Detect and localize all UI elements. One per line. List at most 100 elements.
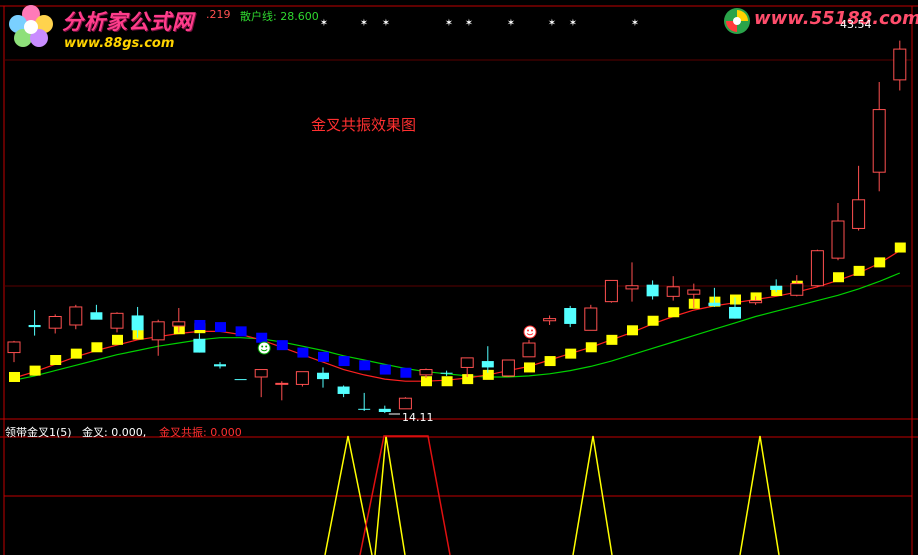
candle-body-up bbox=[852, 199, 866, 229]
candle-body-up bbox=[893, 48, 907, 81]
candle-body-up bbox=[584, 307, 598, 331]
star-marker-icon: ✶ bbox=[465, 18, 473, 29]
chart-window: ✶ ✶ ✶ ✶ ✶ ✶ ✶ ✶ ✶ 分析家公式网 www.88gs.com www.55188.… bbox=[0, 0, 918, 555]
star-marker-icon: ✶ bbox=[631, 18, 639, 29]
yellow-signal-bar bbox=[524, 362, 535, 373]
yellow-signal-bar bbox=[585, 342, 597, 353]
logo-88gs: 分析家公式网 www.88gs.com bbox=[4, 2, 209, 52]
candle-body-down bbox=[358, 408, 371, 410]
yellow-signal-bar bbox=[29, 365, 41, 376]
logo-55188: www.55188.com bbox=[720, 4, 918, 40]
red-average-line bbox=[13, 250, 901, 382]
candle-body-down bbox=[708, 302, 721, 306]
candle-body-up bbox=[254, 369, 268, 378]
candle-body-down bbox=[378, 408, 391, 412]
candle-body-down bbox=[481, 361, 494, 368]
swirl-logo-icon bbox=[724, 8, 750, 34]
yellow-signal-bar bbox=[9, 371, 20, 382]
candle-body-up bbox=[831, 220, 845, 259]
logo-url: www.88gs.com bbox=[64, 36, 175, 51]
star-marker-icon: ✶ bbox=[569, 18, 577, 29]
yellow-signal-bar bbox=[112, 334, 123, 345]
candle-body-down bbox=[646, 284, 659, 297]
blue-signal-bar bbox=[194, 319, 206, 330]
candle-body-up bbox=[110, 312, 124, 329]
yellow-signal-bar bbox=[606, 334, 618, 345]
candle-body-up bbox=[172, 321, 186, 327]
star-marker-icon: ✶ bbox=[360, 18, 368, 29]
blue-signal-bar bbox=[297, 347, 309, 358]
candle-body-down bbox=[770, 285, 783, 290]
star-marker-icon: ✶ bbox=[320, 18, 328, 29]
value-readout: .219 bbox=[206, 8, 231, 21]
high-value-label: 43.54 bbox=[840, 18, 872, 31]
candle-body-up bbox=[749, 300, 763, 304]
candle-body-up bbox=[48, 316, 62, 329]
star-marker-icon: ✶ bbox=[507, 18, 515, 29]
yellow-signal-bar bbox=[874, 257, 886, 268]
chart-canvas: ✶ ✶ ✶ ✶ ✶ ✶ ✶ ✶ ✶ bbox=[0, 5, 918, 555]
chart-caption: 金叉共振效果图 bbox=[311, 116, 417, 134]
smiley-icon bbox=[257, 341, 271, 355]
candle-body-up bbox=[151, 321, 165, 341]
candle-body-up bbox=[398, 397, 412, 410]
logo-url-right: www.55188.com bbox=[754, 8, 918, 29]
smiley-eye bbox=[527, 329, 529, 332]
blue-signal-bar bbox=[400, 367, 412, 378]
logo-title: 分析家公式网 bbox=[62, 10, 194, 34]
candle-body-down bbox=[28, 324, 41, 328]
candle-body-down bbox=[90, 312, 103, 320]
smiley-eye bbox=[265, 345, 268, 348]
flower-logo-icon bbox=[9, 5, 53, 47]
yellow-signal-bar bbox=[50, 355, 62, 366]
candle-body-up bbox=[625, 285, 639, 290]
smiley-eye bbox=[261, 345, 264, 348]
green-average-line bbox=[13, 272, 901, 381]
yellow-signal-bar bbox=[647, 315, 659, 326]
candle-body-up bbox=[7, 341, 21, 354]
low-value-label: 14.11 bbox=[402, 411, 434, 424]
indicator-name: 领带金叉1(5) bbox=[5, 426, 72, 439]
candle-body-up bbox=[460, 357, 474, 368]
candle-body-down bbox=[564, 308, 577, 324]
yellow-signal-bar bbox=[627, 325, 638, 336]
yellow-signal-bar bbox=[565, 348, 577, 359]
star-marker-icon: ✶ bbox=[548, 18, 556, 29]
star-marker-icon: ✶ bbox=[382, 18, 390, 29]
candle-body-up bbox=[522, 342, 536, 358]
blue-signal-bar bbox=[338, 356, 350, 367]
candle-body-up bbox=[604, 279, 618, 303]
blue-signal-bar bbox=[318, 351, 329, 362]
yellow-signal-bar bbox=[668, 307, 680, 318]
blue-signal-bar bbox=[235, 326, 247, 337]
yellow-signal-bar bbox=[70, 348, 82, 359]
indicator-line1-label: 金叉: 0.000, bbox=[82, 426, 147, 439]
candle-body-up bbox=[275, 382, 289, 385]
blue-signal-bar bbox=[276, 340, 288, 351]
smiley-eye bbox=[531, 329, 533, 332]
blue-signal-bar bbox=[359, 360, 371, 371]
candle-body-down bbox=[214, 364, 226, 367]
sanhu-line-readout: 散户线: 28.600 bbox=[240, 10, 319, 23]
candle-body-up bbox=[666, 286, 680, 297]
smiley-face-icon bbox=[523, 325, 537, 339]
candle-body-up bbox=[687, 289, 701, 295]
candle-body-down bbox=[337, 386, 350, 394]
candle-body-down bbox=[234, 379, 247, 381]
blue-signal-bar bbox=[379, 364, 391, 375]
candle-body-down bbox=[440, 372, 453, 374]
candle-body-up bbox=[419, 369, 433, 376]
blue-signal-bar bbox=[215, 322, 226, 333]
candle-body-up bbox=[810, 250, 824, 287]
yellow-signal-bar bbox=[833, 272, 844, 283]
candle-body-up bbox=[543, 318, 557, 322]
candle-body-up bbox=[501, 359, 515, 377]
candle-body-down bbox=[193, 338, 206, 353]
candle-body-down bbox=[729, 306, 741, 319]
yellow-signal-bar bbox=[894, 242, 906, 253]
star-marker-icon: ✶ bbox=[445, 18, 453, 29]
candle-body-down bbox=[131, 315, 144, 331]
yellow-signal-bar bbox=[544, 356, 556, 367]
yellow-signal-bar bbox=[853, 265, 865, 276]
blue-signal-bar bbox=[256, 332, 268, 343]
